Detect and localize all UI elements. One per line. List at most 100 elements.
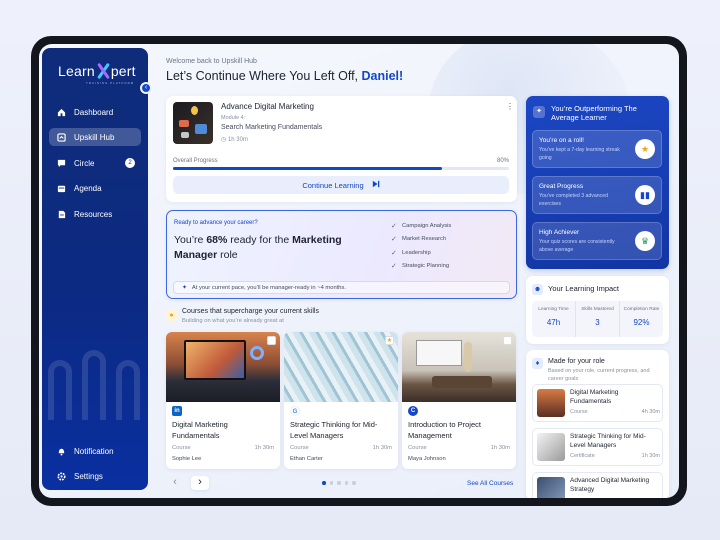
- learning-impact-card: ☻ Your Learning Impact Learning Time 47h …: [526, 276, 669, 344]
- sidebar: Learn pert TRAINING PLATFORM Dashboard Up…: [42, 48, 148, 490]
- calendar-icon: [56, 183, 66, 193]
- collapse-sidebar-button[interactable]: ‹: [140, 82, 152, 94]
- user-name: Daniel!: [361, 69, 404, 83]
- app-screen: Learn pert TRAINING PLATFORM Dashboard Up…: [39, 44, 679, 498]
- upskill-icon: [56, 132, 66, 142]
- next-arrow-icon[interactable]: ›: [191, 476, 209, 490]
- pagination-dot[interactable]: [352, 481, 356, 485]
- courses-section-title: Courses that supercharge your current sk…: [182, 308, 319, 315]
- course-title: Introduction to Project Management: [408, 420, 481, 440]
- home-icon: [56, 107, 66, 117]
- course-thumbnail: [173, 102, 213, 144]
- outperforming-card: ✦ You’re Outperforming The Average Learn…: [526, 96, 669, 269]
- pagination-dot[interactable]: [344, 481, 348, 485]
- more-options-icon[interactable]: ⋮: [506, 102, 514, 111]
- check-icon: ✓: [391, 263, 397, 271]
- recommended-course[interactable]: Digital Marketing Fundamentals Course 4h …: [532, 384, 663, 422]
- skills-checklist: ✓ Campaign Analysis ✓ Market Research ✓ Lea…: [391, 219, 451, 273]
- course-card-project-management[interactable]: C Introduction to Project Management Cou…: [402, 332, 516, 469]
- continue-learning-button[interactable]: Continue Learning: [173, 176, 509, 194]
- course-thumbnail: [537, 389, 565, 417]
- device-frame: Learn pert TRAINING PLATFORM Dashboard Up…: [31, 36, 687, 506]
- trophy-icon: ♛: [635, 231, 655, 251]
- bookmark-checkbox[interactable]: [503, 336, 512, 345]
- course-meta: Course 1h 30m: [408, 445, 510, 451]
- check-icon: ✓: [391, 236, 397, 244]
- made-for-role-title: Made for your role: [548, 358, 605, 365]
- sidebar-item-upskill-hub[interactable]: Upskill Hub: [49, 128, 141, 146]
- sidebar-item-settings[interactable]: Settings: [49, 467, 141, 485]
- recommended-course[interactable]: Advanced Digital Marketing Strategy: [532, 472, 663, 498]
- coursera-icon: C: [408, 406, 418, 416]
- sidebar-item-dashboard[interactable]: Dashboard: [49, 103, 141, 121]
- role-icon: ♦: [532, 358, 543, 369]
- course-image: [284, 332, 398, 402]
- course-image: [402, 332, 516, 402]
- page-title: Let’s Continue Where You Left Off, Danie…: [166, 69, 404, 83]
- current-course-card: Advance Digital Marketing Module 4: Sear…: [166, 96, 517, 202]
- previous-arrow-icon[interactable]: ‹: [166, 476, 184, 490]
- chat-icon: [56, 158, 66, 168]
- course-thumbnail: [537, 477, 565, 498]
- skip-forward-icon: [372, 180, 380, 190]
- see-all-courses-link[interactable]: See All Courses: [467, 480, 513, 487]
- skill-item: ✓ Leadership: [391, 249, 431, 257]
- learning-impact-title: Your Learning Impact: [548, 284, 620, 293]
- course-card-strategic-thinking[interactable]: ★ G Strategic Thinking for Mid-Level Man…: [284, 332, 398, 469]
- sidebar-item-resources[interactable]: Resources: [49, 205, 141, 223]
- google-icon: G: [290, 406, 300, 416]
- course-card-digital-marketing[interactable]: in Digital Marketing Fundamentals Course…: [166, 332, 280, 469]
- course-author: Maya Johnson: [408, 456, 446, 462]
- gear-icon: [56, 471, 66, 481]
- document-icon: [56, 209, 66, 219]
- course-meta: Course 1h 30m: [172, 445, 274, 451]
- progress-percent: 80%: [496, 158, 509, 164]
- course-thumbnail: [537, 433, 565, 461]
- impact-stats: Learning Time 47h Skills Mastered 3 Comple…: [532, 301, 663, 337]
- achievement-progress[interactable]: Great Progress You’ve completed 3 advanc…: [532, 176, 662, 214]
- made-for-role-subtitle: Based on your role, current progress, an…: [548, 368, 650, 382]
- achievement-streak[interactable]: You’re on a roll! You’ve kept a 7-day le…: [532, 130, 662, 168]
- circle-badge: 2: [125, 158, 135, 168]
- linkedin-icon: in: [172, 406, 182, 416]
- sparkle-icon: ✦: [182, 284, 187, 291]
- app-logo[interactable]: Learn pert: [58, 62, 136, 80]
- sidebar-item-notification[interactable]: Notification: [49, 442, 141, 460]
- outperforming-title: You’re Outperforming The Average Learner: [551, 104, 637, 122]
- logo-subtitle: TRAINING PLATFORM: [86, 81, 135, 85]
- course-module-title: Search Marketing Fundamentals: [221, 124, 323, 131]
- progress-bar-fill: [173, 167, 442, 170]
- course-title: Strategic Thinking for Mid-Level Manager…: [290, 420, 378, 440]
- sidebar-item-agenda[interactable]: Agenda: [49, 179, 141, 197]
- progress-label: Overall Progress: [173, 158, 218, 164]
- carousel-pagination: [322, 481, 356, 485]
- progress-bar: [173, 167, 509, 170]
- career-readiness-card: Ready to advance your career? You’re 68%…: [166, 210, 517, 299]
- career-pace-note: ✦ At your current pace, you’ll be manage…: [173, 281, 510, 294]
- made-for-role-card: ♦ Made for your role Based on your role,…: [526, 350, 669, 498]
- welcome-text: Welcome back to Upskill Hub: [166, 58, 257, 65]
- course-module: Module 4:: [221, 115, 246, 121]
- course-author: Sophie Lee: [172, 456, 202, 462]
- course-duration: ◷ 1h 30m: [221, 137, 248, 143]
- course-meta: Course 1h 30m: [290, 445, 392, 451]
- sidebar-item-circle[interactable]: Circle 2: [49, 154, 141, 172]
- logo-x-icon: [96, 62, 110, 80]
- lightbulb-icon: ●: [166, 310, 177, 321]
- recommended-course[interactable]: Strategic Thinking for Mid-Level Manager…: [532, 428, 663, 466]
- course-author: Ethan Carter: [290, 456, 323, 462]
- stat-skills-mastered: Skills Mastered 3: [576, 301, 620, 337]
- course-title: Advance Digital Marketing: [221, 102, 314, 111]
- pagination-dot[interactable]: [329, 481, 333, 485]
- stat-learning-time: Learning Time 47h: [532, 301, 576, 337]
- impact-icon: ☻: [532, 284, 543, 295]
- stat-completion-rate: Completion Rate 92%: [623, 307, 660, 327]
- bookmark-checkbox[interactable]: [267, 336, 276, 345]
- bookmark-checkbox-checked[interactable]: ★: [385, 336, 394, 345]
- career-question: Ready to advance your career?: [174, 220, 258, 226]
- achievement-high-achiever[interactable]: High Achiever Your quiz scores are consi…: [532, 222, 662, 260]
- pagination-dot[interactable]: [322, 481, 326, 485]
- pagination-dot[interactable]: [337, 481, 341, 485]
- sparkle-icon: ✦: [533, 106, 545, 118]
- skill-item: ✓ Campaign Analysis: [391, 222, 452, 230]
